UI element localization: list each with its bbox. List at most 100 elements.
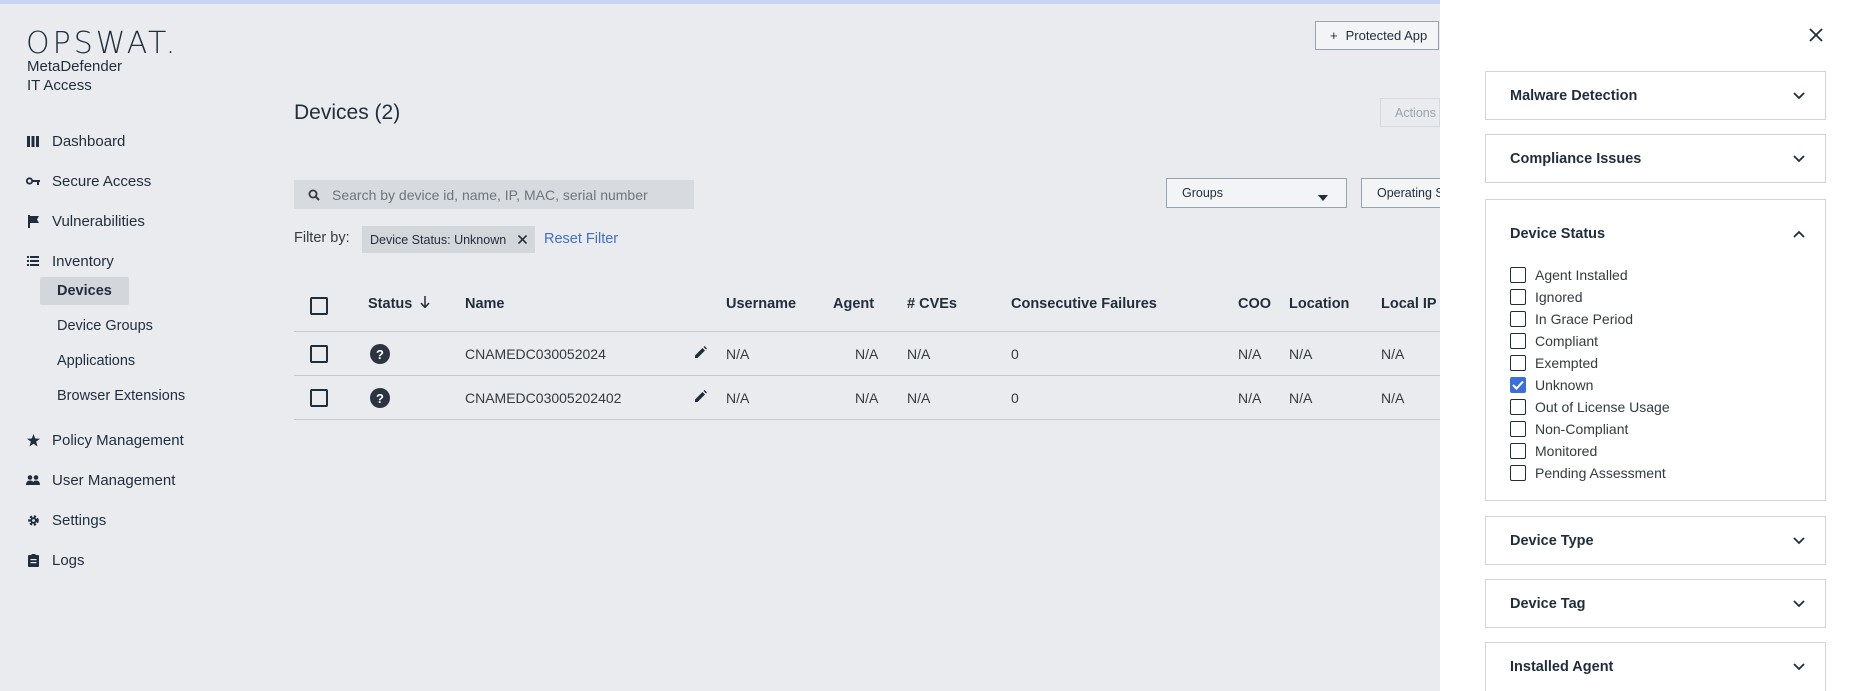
protected-app-button[interactable]: + Protected App bbox=[1315, 21, 1439, 50]
accordion-title: Device Status bbox=[1510, 226, 1606, 242]
status-option[interactable]: Pending Assessment bbox=[1510, 463, 1666, 483]
status-option[interactable]: Unknown bbox=[1510, 375, 1593, 395]
status-option[interactable]: Non-Compliant bbox=[1510, 419, 1628, 439]
product-name-line2: IT Access bbox=[27, 77, 92, 94]
sidebar-item-settings[interactable]: Settings bbox=[26, 508, 106, 532]
star-icon bbox=[26, 433, 40, 447]
status-option-label: Non-Compliant bbox=[1535, 421, 1629, 437]
accordion-title: Malware Detection bbox=[1510, 88, 1638, 104]
chevron-down-icon bbox=[1793, 596, 1805, 612]
os-select-value: Operating S bbox=[1377, 186, 1440, 200]
device-name[interactable]: CNAMEDC030052024 bbox=[465, 346, 606, 362]
row-divider bbox=[294, 375, 1440, 376]
gear-icon bbox=[26, 513, 40, 527]
failures-cell: 0 bbox=[1011, 390, 1019, 406]
caret-down-icon bbox=[1318, 190, 1328, 204]
checkbox[interactable] bbox=[1510, 289, 1526, 305]
groups-select-value: Groups bbox=[1182, 186, 1223, 200]
edit-pencil-icon[interactable] bbox=[695, 389, 707, 407]
status-option-label: In Grace Period bbox=[1535, 311, 1634, 327]
device-name[interactable]: CNAMEDC03005202402 bbox=[465, 390, 621, 406]
checkmark-icon bbox=[1512, 380, 1524, 390]
operating-system-select[interactable]: Operating S bbox=[1361, 178, 1440, 208]
close-icon[interactable] bbox=[1809, 28, 1823, 47]
accordion-device-tag[interactable]: Device Tag bbox=[1485, 579, 1826, 628]
groups-select[interactable]: Groups bbox=[1166, 178, 1347, 208]
status-option[interactable]: In Grace Period bbox=[1510, 309, 1633, 329]
list-icon bbox=[26, 254, 40, 268]
column-header-location[interactable]: Location bbox=[1289, 296, 1349, 312]
edit-pencil-icon[interactable] bbox=[695, 345, 707, 363]
sidebar-item-user-management[interactable]: User Management bbox=[26, 468, 175, 492]
checkbox[interactable] bbox=[1510, 355, 1526, 371]
select-all-checkbox[interactable] bbox=[310, 297, 328, 315]
flag-icon bbox=[26, 214, 40, 228]
local-ip-cell: N/A bbox=[1381, 346, 1405, 362]
sidebar-item-label: User Management bbox=[52, 471, 176, 489]
chip-label: Device Status: Unknown bbox=[370, 232, 507, 247]
product-name: MetaDefender IT Access bbox=[27, 57, 122, 95]
row-checkbox[interactable] bbox=[310, 345, 328, 363]
checkbox[interactable] bbox=[1510, 267, 1526, 283]
sidebar-item-browser-extensions[interactable]: Browser Extensions bbox=[40, 382, 202, 410]
sidebar-item-vulnerabilities[interactable]: Vulnerabilities bbox=[26, 209, 145, 233]
column-header-local-ip[interactable]: Local IP bbox=[1381, 296, 1437, 312]
sidebar-item-secure-access[interactable]: Secure Access bbox=[26, 169, 151, 193]
column-header-agent[interactable]: Agent bbox=[833, 296, 874, 312]
actions-button[interactable]: Actions bbox=[1380, 98, 1440, 127]
column-header-name[interactable]: Name bbox=[465, 296, 505, 312]
reset-filter-link[interactable]: Reset Filter bbox=[544, 231, 618, 247]
dashboard-icon bbox=[26, 134, 40, 148]
accordion-title: Compliance Issues bbox=[1510, 151, 1642, 167]
accordion-installed-agent[interactable]: Installed Agent bbox=[1485, 642, 1826, 691]
coo-cell: N/A bbox=[1238, 390, 1262, 406]
column-header-coo[interactable]: COO bbox=[1238, 296, 1271, 312]
accordion-malware-detection[interactable]: Malware Detection bbox=[1485, 71, 1826, 120]
location-cell: N/A bbox=[1289, 346, 1313, 362]
column-header-label: Status bbox=[368, 296, 413, 312]
accordion-device-type[interactable]: Device Type bbox=[1485, 516, 1826, 565]
sidebar-item-devices[interactable]: Devices bbox=[40, 277, 129, 305]
accordion-compliance-issues[interactable]: Compliance Issues bbox=[1485, 134, 1826, 183]
status-option-label: Out of License Usage bbox=[1535, 399, 1670, 415]
sidebar-item-logs[interactable]: Logs bbox=[26, 548, 85, 572]
status-option-label: Pending Assessment bbox=[1535, 465, 1666, 481]
sidebar-item-device-groups[interactable]: Device Groups bbox=[40, 312, 170, 340]
sidebar-item-inventory[interactable]: Inventory bbox=[26, 249, 114, 273]
sort-arrow-down-icon bbox=[420, 296, 430, 312]
sidebar-item-policy-management[interactable]: Policy Management bbox=[26, 428, 184, 452]
sidebar-item-label: Secure Access bbox=[52, 172, 152, 190]
plus-icon: + bbox=[1330, 28, 1338, 43]
status-option[interactable]: Agent Installed bbox=[1510, 265, 1628, 285]
checkbox[interactable] bbox=[1510, 465, 1526, 481]
sidebar-item-applications[interactable]: Applications bbox=[40, 347, 152, 375]
checkbox[interactable] bbox=[1510, 311, 1526, 327]
column-header-cves[interactable]: # CVEs bbox=[907, 296, 957, 312]
column-header-consecutive-failures[interactable]: Consecutive Failures bbox=[1011, 296, 1157, 312]
cves-cell: N/A bbox=[907, 346, 931, 362]
status-option[interactable]: Ignored bbox=[1510, 287, 1582, 307]
chevron-up-icon bbox=[1793, 226, 1805, 242]
checkbox-checked[interactable] bbox=[1510, 377, 1526, 393]
status-option[interactable]: Exempted bbox=[1510, 353, 1598, 373]
checkbox[interactable] bbox=[1510, 443, 1526, 459]
status-option-label: Ignored bbox=[1535, 289, 1583, 305]
checkbox[interactable] bbox=[1510, 333, 1526, 349]
agent-cell: N/A bbox=[855, 390, 879, 406]
search-input[interactable]: Search by device id, name, IP, MAC, seri… bbox=[294, 180, 694, 209]
column-header-status[interactable]: Status bbox=[368, 296, 430, 312]
unknown-status-icon: ? bbox=[370, 388, 390, 408]
active-filter-chip: Device Status: Unknown bbox=[362, 226, 536, 253]
status-option[interactable]: Monitored bbox=[1510, 441, 1597, 461]
checkbox[interactable] bbox=[1510, 399, 1526, 415]
sidebar-item-label: Vulnerabilities bbox=[52, 212, 145, 230]
row-checkbox[interactable] bbox=[310, 389, 328, 407]
column-header-username[interactable]: Username bbox=[726, 296, 796, 312]
status-option[interactable]: Compliant bbox=[1510, 331, 1598, 351]
status-option[interactable]: Out of License Usage bbox=[1510, 397, 1670, 417]
username-cell: N/A bbox=[726, 346, 750, 362]
chip-remove-icon[interactable] bbox=[518, 233, 528, 247]
key-icon bbox=[26, 174, 40, 188]
checkbox[interactable] bbox=[1510, 421, 1526, 437]
sidebar-item-dashboard[interactable]: Dashboard bbox=[26, 129, 125, 153]
